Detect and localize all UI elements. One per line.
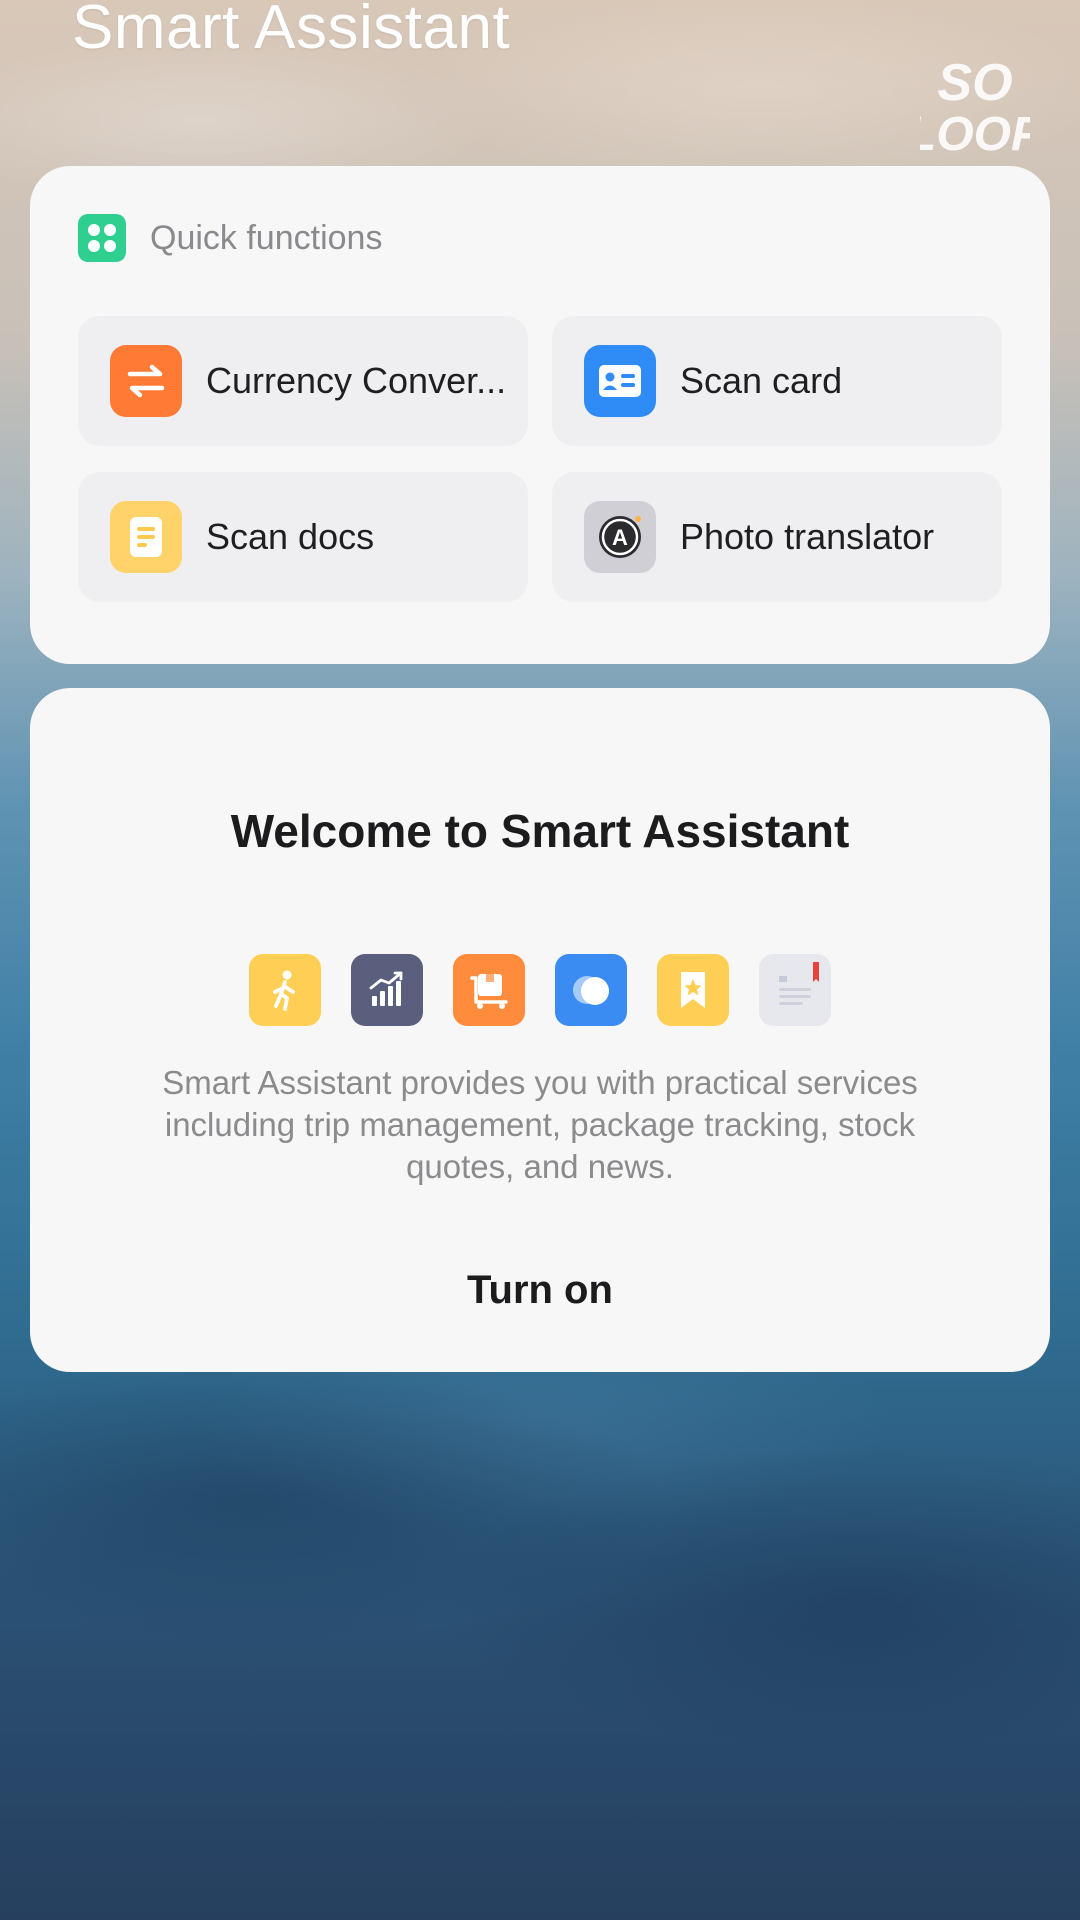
svg-text:A: A: [612, 525, 628, 550]
quick-functions-header: Quick functions: [78, 214, 382, 262]
quick-function-label: Scan card: [680, 360, 843, 401]
watermark-logo: SO LOOP: [907, 54, 1044, 161]
quick-functions-title: Quick functions: [150, 218, 383, 257]
quick-function-label: Photo translator: [680, 516, 935, 557]
quick-functions-card: Quick functions Currency Conver... Scan …: [30, 166, 1050, 664]
quick-function-scan-card[interactable]: Scan card: [552, 316, 1002, 446]
id-card-icon: [584, 345, 656, 417]
translate-icon: A: [584, 501, 656, 573]
weather-cloud-icon: [555, 954, 627, 1026]
turn-on-button[interactable]: Turn on: [30, 1268, 1050, 1313]
quick-function-scan-docs[interactable]: Scan docs: [78, 472, 528, 602]
welcome-description: Smart Assistant provides you with practi…: [162, 1064, 918, 1185]
welcome-title: Welcome to Smart Assistant: [230, 805, 850, 857]
services-icons-row: [30, 954, 1050, 1026]
quick-function-photo-translator[interactable]: A Photo translator: [552, 472, 1002, 602]
document-icon: [110, 501, 182, 573]
svg-text:SO: SO: [937, 55, 1012, 112]
walking-icon: [249, 954, 321, 1026]
quick-function-label: Scan docs: [206, 516, 375, 557]
bookmark-star-icon: [657, 954, 729, 1026]
quick-function-label: Currency Conver...: [206, 360, 507, 401]
stock-chart-icon: [351, 954, 423, 1026]
welcome-card: Welcome to Smart Assistant Smart Assista…: [30, 688, 1050, 1372]
svg-text:LOOP: LOOP: [920, 108, 1030, 155]
currency-exchange-icon: [110, 345, 182, 417]
package-icon: [453, 954, 525, 1026]
grid-apps-icon: [78, 214, 126, 262]
page-title: Smart Assistant: [72, 0, 511, 62]
news-icon: [759, 954, 831, 1026]
quick-function-currency-converter[interactable]: Currency Conver...: [78, 316, 528, 446]
